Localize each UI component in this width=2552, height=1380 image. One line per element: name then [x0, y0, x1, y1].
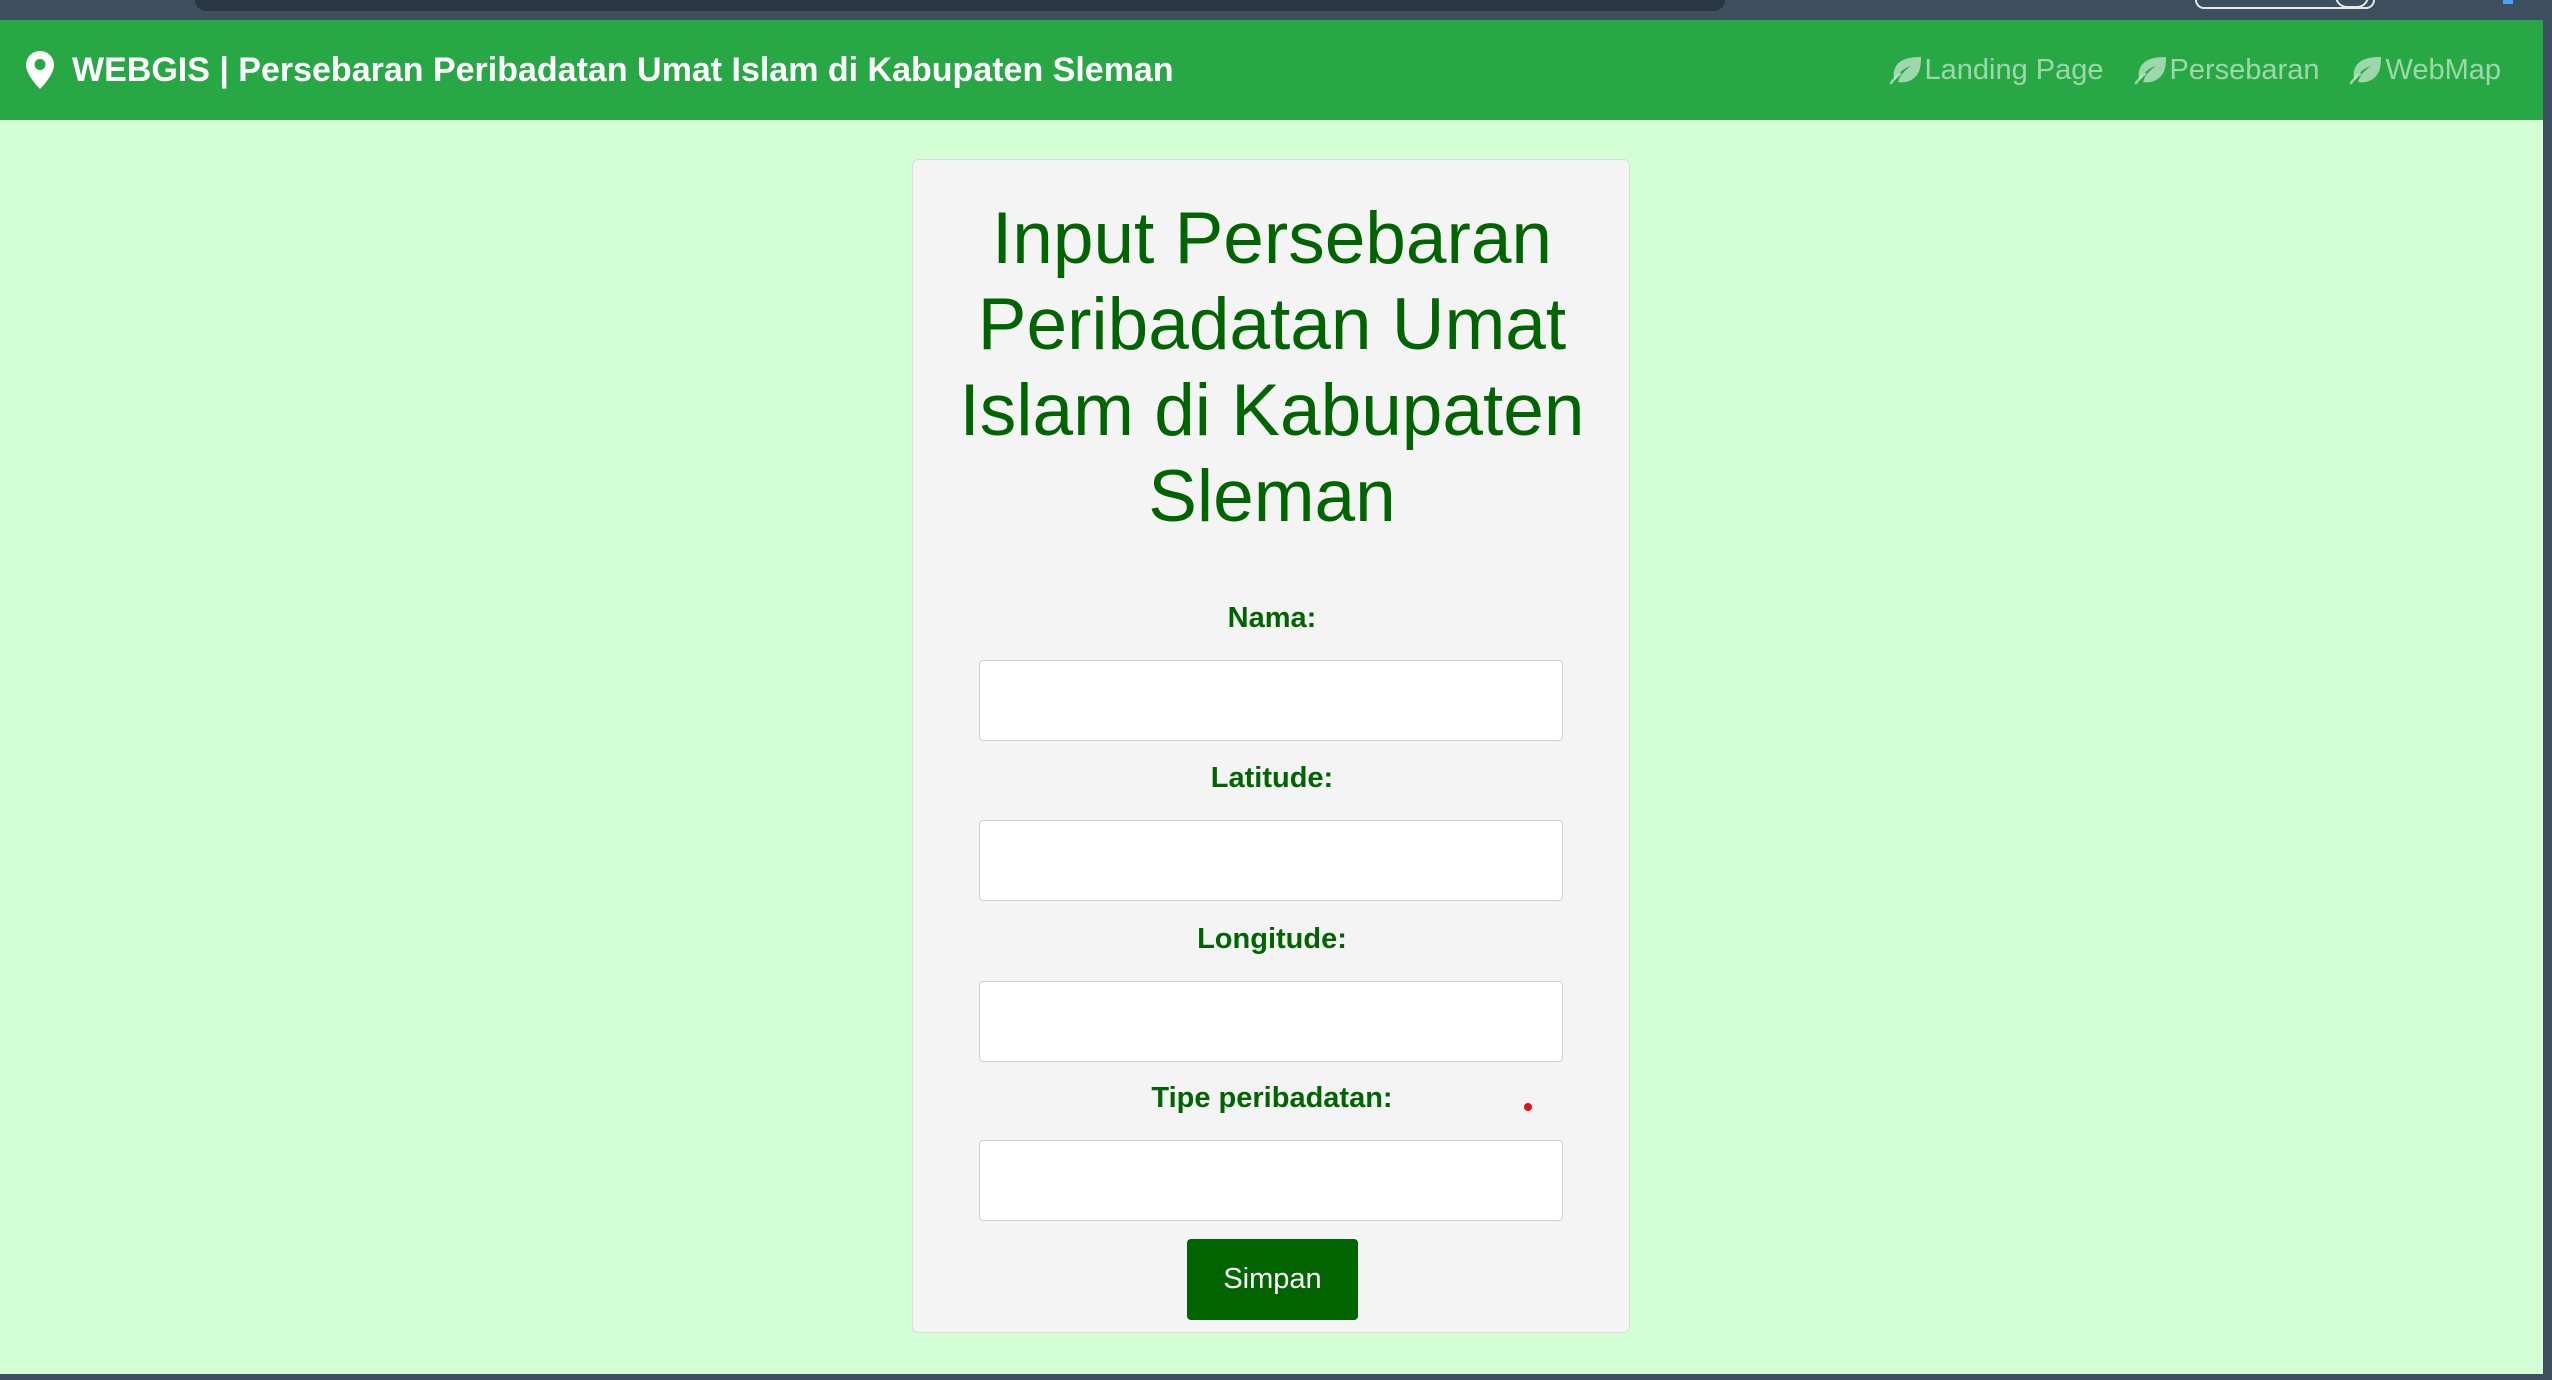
nav-link-label: Landing Page: [1924, 53, 2104, 86]
window-edge: [2543, 20, 2552, 1380]
nama-label: Nama:: [1227, 602, 1317, 634]
brand[interactable]: WEBGIS | Persebaran Peribadatan Umat Isl…: [26, 51, 1174, 90]
leaf-icon: [2350, 57, 2382, 85]
nav-links: Landing Page Persebaran WebMap: [1859, 20, 2501, 120]
latitude-input[interactable]: [979, 820, 1563, 901]
nama-input[interactable]: [979, 660, 1563, 741]
leaf-icon: [2134, 57, 2166, 85]
page-viewport: WEBGIS | Persebaran Peribadatan Umat Isl…: [0, 20, 2543, 1374]
tipe-peribadatan-input[interactable]: [979, 1140, 1563, 1221]
tipe-peribadatan-label: Tipe peribadatan:: [1151, 1082, 1393, 1114]
cursor-dot: [1524, 1103, 1532, 1111]
form-title-line: Sleman: [1148, 456, 1396, 537]
form-title-line: Islam di Kabupaten: [959, 370, 1585, 451]
nav-link-persebaran[interactable]: Persebaran: [2134, 53, 2320, 87]
browser-toggle[interactable]: [2195, 0, 2375, 9]
browser-chrome: [0, 0, 2552, 20]
form-title-line: Peribadatan Umat: [977, 284, 1567, 365]
nav-link-label: WebMap: [2385, 53, 2501, 86]
latitude-label: Latitude:: [1210, 762, 1334, 794]
form-title-line: Input Persebaran: [991, 198, 1553, 279]
browser-indicator: [2503, 0, 2513, 4]
input-form-card: Input Persebaran Peribadatan Umat Islam …: [912, 159, 1630, 1333]
nav-link-label: Persebaran: [2169, 53, 2320, 86]
longitude-input[interactable]: [979, 981, 1563, 1062]
window-edge: [0, 1374, 2552, 1380]
form-title: Input Persebaran Peribadatan Umat Islam …: [913, 196, 1631, 540]
browser-address-bar[interactable]: [195, 0, 1725, 11]
nav-link-landing-page[interactable]: Landing Page: [1889, 54, 2104, 87]
brand-title: WEBGIS | Persebaran Peribadatan Umat Isl…: [72, 50, 1174, 89]
map-marker-icon: [26, 51, 54, 89]
nav-link-webmap[interactable]: WebMap: [2349, 54, 2501, 87]
navbar: WEBGIS | Persebaran Peribadatan Umat Isl…: [0, 20, 2543, 120]
longitude-label: Longitude:: [1197, 923, 1347, 955]
simpan-button[interactable]: Simpan: [1187, 1239, 1358, 1320]
leaf-icon: [1889, 57, 1921, 85]
